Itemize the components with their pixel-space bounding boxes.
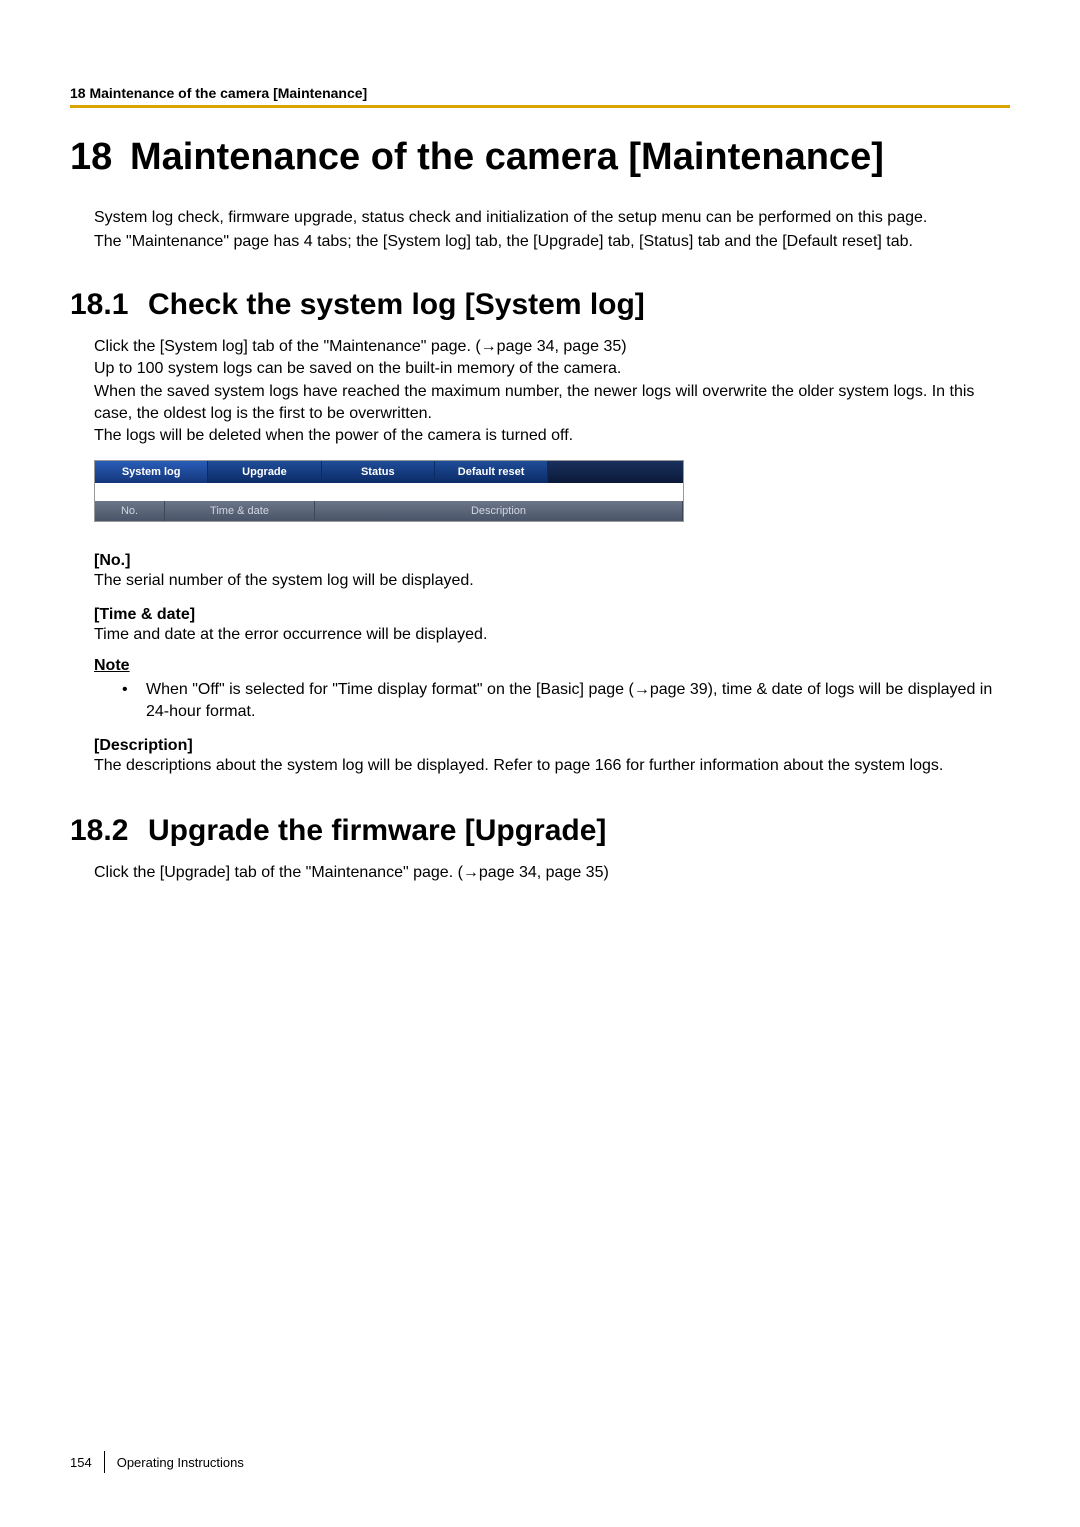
intro-block: System log check, firmware upgrade, stat…: [70, 207, 1010, 254]
section-18-1-heading: 18.1 Check the system log [System log]: [70, 288, 1010, 322]
doc-title: Operating Instructions: [117, 1455, 244, 1470]
header-divider: [70, 105, 1010, 108]
page-footer: 154 Operating Instructions: [70, 1451, 244, 1473]
section-number: 18.2: [70, 814, 148, 848]
s1-p1a: Click the [System log] tab of the "Maint…: [94, 338, 481, 355]
arrow-icon: →: [634, 681, 650, 698]
s1-p1b: page 34, page 35): [497, 338, 627, 355]
chapter-heading: 18 Maintenance of the camera [Maintenanc…: [70, 136, 1010, 179]
s1-p3: When the saved system logs have reached …: [94, 381, 1010, 426]
field-description-title: [Description]: [94, 737, 1010, 755]
intro-paragraph-2: The "Maintenance" page has 4 tabs; the […: [94, 231, 1010, 253]
s2-p1b: page 34, page 35): [479, 864, 609, 881]
field-no-desc: The serial number of the system log will…: [94, 570, 1010, 592]
chapter-number: 18: [70, 136, 130, 179]
bullet-icon: •: [122, 679, 146, 724]
arrow-icon: →: [481, 338, 497, 355]
tab-screenshot: System log Upgrade Status Default reset …: [94, 460, 684, 522]
s1-p1: Click the [System log] tab of the "Maint…: [94, 336, 1010, 358]
note-text-a: When "Off" is selected for "Time display…: [146, 681, 634, 698]
section-18-1-body: Click the [System log] tab of the "Maint…: [94, 336, 1010, 448]
col-header-time-date: Time & date: [165, 501, 315, 521]
tab-system-log[interactable]: System log: [95, 461, 208, 483]
note-bullet: • When "Off" is selected for "Time displ…: [122, 679, 1010, 724]
section-title: Upgrade the firmware [Upgrade]: [148, 814, 606, 848]
tab-default-reset[interactable]: Default reset: [435, 461, 548, 483]
log-table-header: No. Time & date Description: [95, 501, 683, 521]
field-timedate-title: [Time & date]: [94, 606, 1010, 624]
s2-p1: Click the [Upgrade] tab of the "Maintena…: [94, 862, 1010, 884]
note-label: Note: [94, 657, 1010, 675]
intro-paragraph-1: System log check, firmware upgrade, stat…: [94, 207, 1010, 229]
field-description-desc: The descriptions about the system log wi…: [94, 755, 1010, 777]
section-18-2-heading: 18.2 Upgrade the firmware [Upgrade]: [70, 814, 1010, 848]
tab-spacer: [95, 483, 683, 501]
section-number: 18.1: [70, 288, 148, 322]
col-header-no: No.: [95, 501, 165, 521]
section-title: Check the system log [System log]: [148, 288, 645, 322]
s2-p1a: Click the [Upgrade] tab of the "Maintena…: [94, 864, 463, 881]
tab-upgrade[interactable]: Upgrade: [208, 461, 321, 483]
s1-p4: The logs will be deleted when the power …: [94, 425, 1010, 447]
section-18-2-body: Click the [Upgrade] tab of the "Maintena…: [94, 862, 1010, 884]
tab-blank-area: [548, 461, 683, 483]
col-header-description: Description: [315, 501, 683, 521]
tab-row: System log Upgrade Status Default reset: [95, 461, 683, 483]
note-text: When "Off" is selected for "Time display…: [146, 679, 1010, 724]
field-timedate-desc: Time and date at the error occurrence wi…: [94, 624, 1010, 646]
running-header: 18 Maintenance of the camera [Maintenanc…: [70, 85, 1010, 105]
s1-p2: Up to 100 system logs can be saved on th…: [94, 358, 1010, 380]
tab-status[interactable]: Status: [322, 461, 435, 483]
page-number: 154: [70, 1455, 92, 1470]
field-no-title: [No.]: [94, 552, 1010, 570]
chapter-title: Maintenance of the camera [Maintenance]: [130, 136, 884, 179]
arrow-icon: →: [463, 864, 479, 881]
footer-separator: [104, 1451, 105, 1473]
